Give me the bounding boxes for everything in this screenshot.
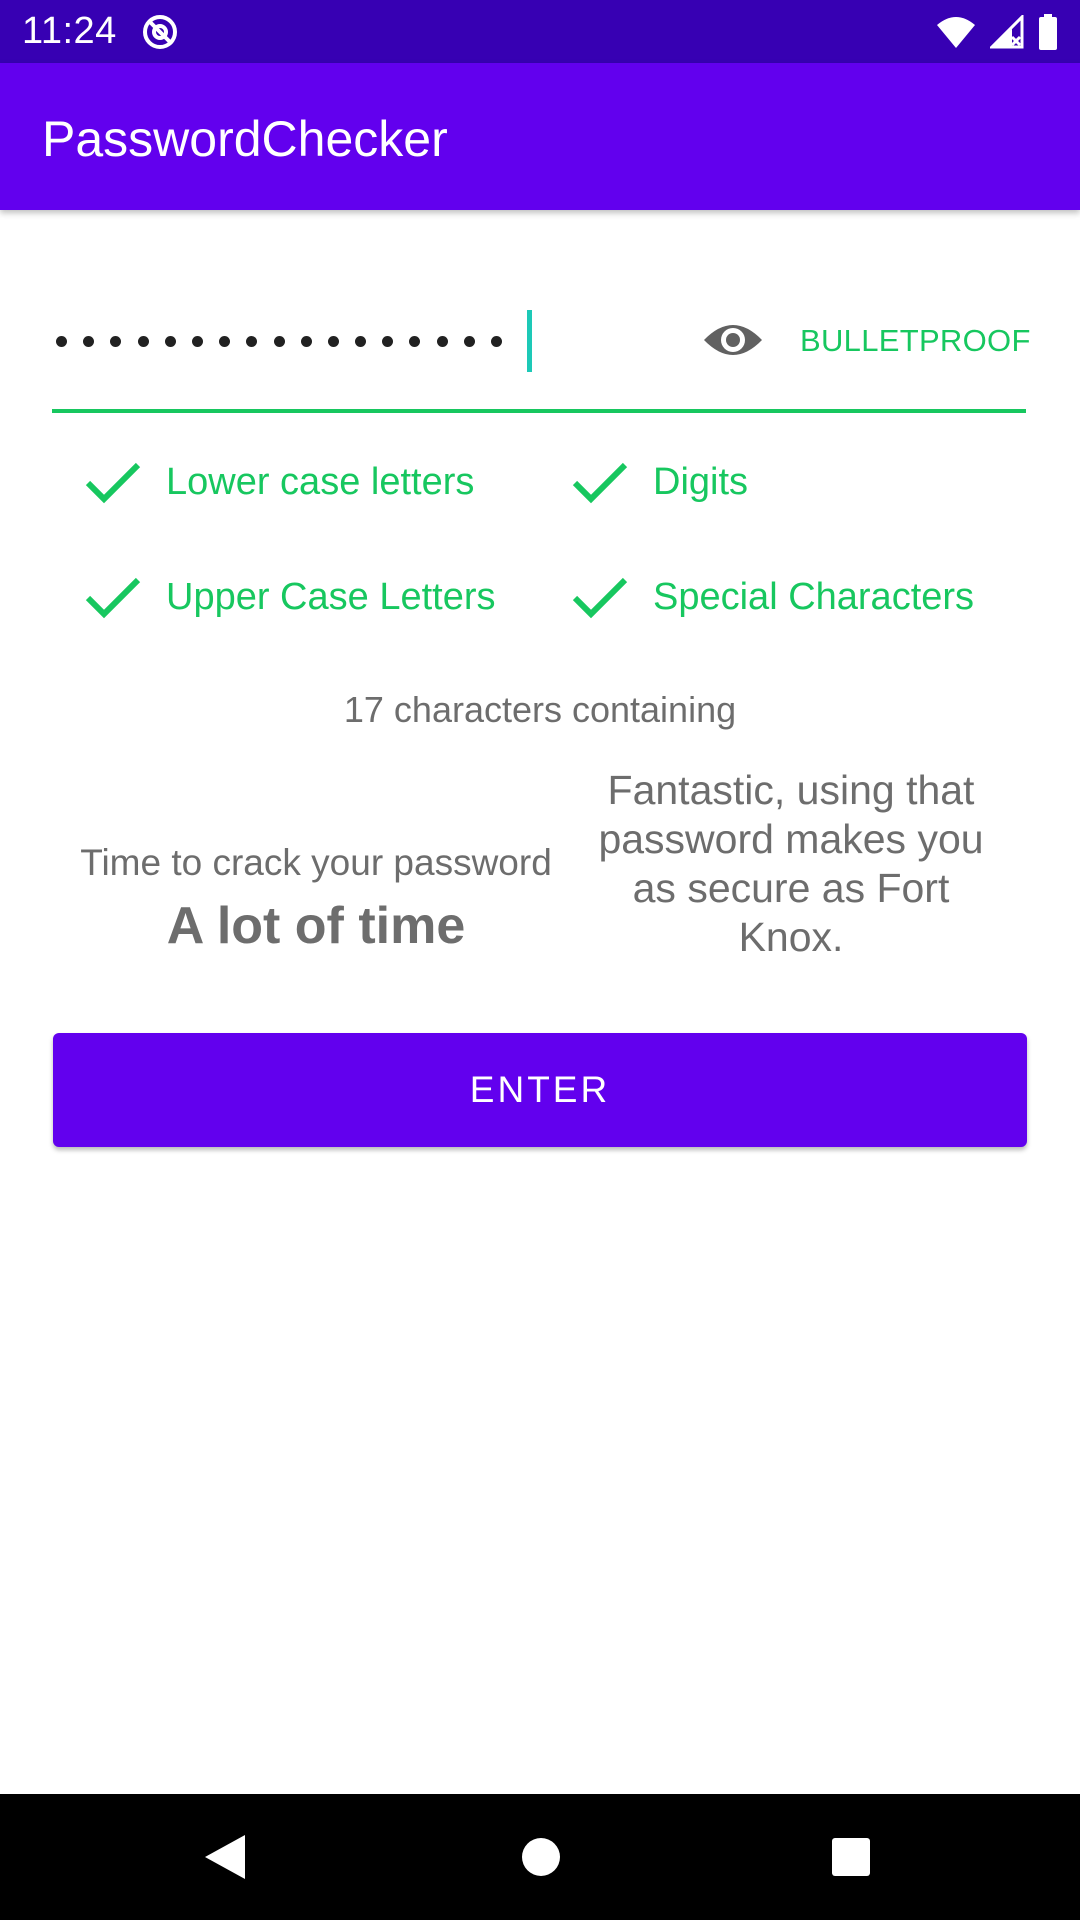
password-mask-dot: [327, 335, 339, 347]
enter-button[interactable]: ENTER: [53, 1033, 1027, 1147]
strength-label: BULLETPROOF: [800, 323, 1031, 358]
character-summary: 17 characters containing: [343, 689, 737, 730]
masked-password-text: [56, 329, 518, 353]
password-mask-dot: [300, 335, 312, 347]
recents-icon[interactable]: [831, 1837, 871, 1877]
status-time: 11:24: [22, 10, 117, 52]
criterion-label: Special Characters: [653, 576, 975, 618]
criterion-upper-case: Upper Case Letters: [84, 567, 496, 627]
app-title: PasswordChecker: [42, 111, 448, 167]
password-mask-dot: [463, 335, 475, 347]
password-mask-dot: [382, 335, 394, 347]
input-underline: [52, 409, 1026, 413]
signal-icon: [990, 15, 1024, 49]
criterion-label: Upper Case Letters: [166, 576, 496, 618]
password-mask-dot: [83, 335, 95, 347]
password-mask-dot: [219, 335, 231, 347]
password-mask-dot: [164, 335, 176, 347]
check-icon: [572, 462, 628, 504]
home-icon[interactable]: [521, 1837, 561, 1877]
navigation-bar: [0, 1794, 1080, 1920]
password-mask-dot: [137, 335, 149, 347]
security-verdict: Fantastic, using that password makes you…: [598, 767, 984, 960]
criterion-label: Lower case letters: [166, 461, 475, 503]
criterion-digits: Digits: [571, 452, 748, 512]
password-mask-dot: [246, 335, 258, 347]
status-icons: [936, 12, 1058, 52]
criterion-label: Digits: [653, 461, 749, 503]
status-bar: 11:24: [0, 0, 1080, 63]
app-bar: PasswordChecker: [0, 63, 1080, 210]
check-icon: [85, 462, 141, 504]
crack-time-block: Time to crack your password A lot of tim…: [60, 840, 572, 958]
check-icon: [572, 577, 628, 619]
battery-icon: [1039, 14, 1057, 50]
password-mask-dot: [409, 335, 421, 347]
password-mask-dot: [491, 335, 502, 347]
password-mask-dot: [56, 335, 67, 347]
password-mask-dot: [110, 335, 122, 347]
password-mask-dot: [191, 335, 203, 347]
eye-icon[interactable]: [702, 318, 764, 362]
password-mask-dot: [436, 335, 448, 347]
password-field[interactable]: BULLETPROOF: [52, 295, 1030, 415]
check-icon: [85, 577, 141, 619]
wifi-icon: [937, 17, 975, 48]
criterion-lower-case: Lower case letters: [84, 452, 474, 512]
crack-time-caption: Time to crack your password: [80, 842, 552, 883]
password-mask-dot: [273, 335, 285, 347]
crack-time-value: A lot of time: [166, 897, 466, 955]
text-cursor: [527, 310, 532, 372]
criterion-special-characters: Special Characters: [571, 567, 974, 627]
password-mask-dot: [355, 335, 367, 347]
back-icon[interactable]: [203, 1833, 247, 1881]
app-notification-icon: [143, 15, 177, 49]
